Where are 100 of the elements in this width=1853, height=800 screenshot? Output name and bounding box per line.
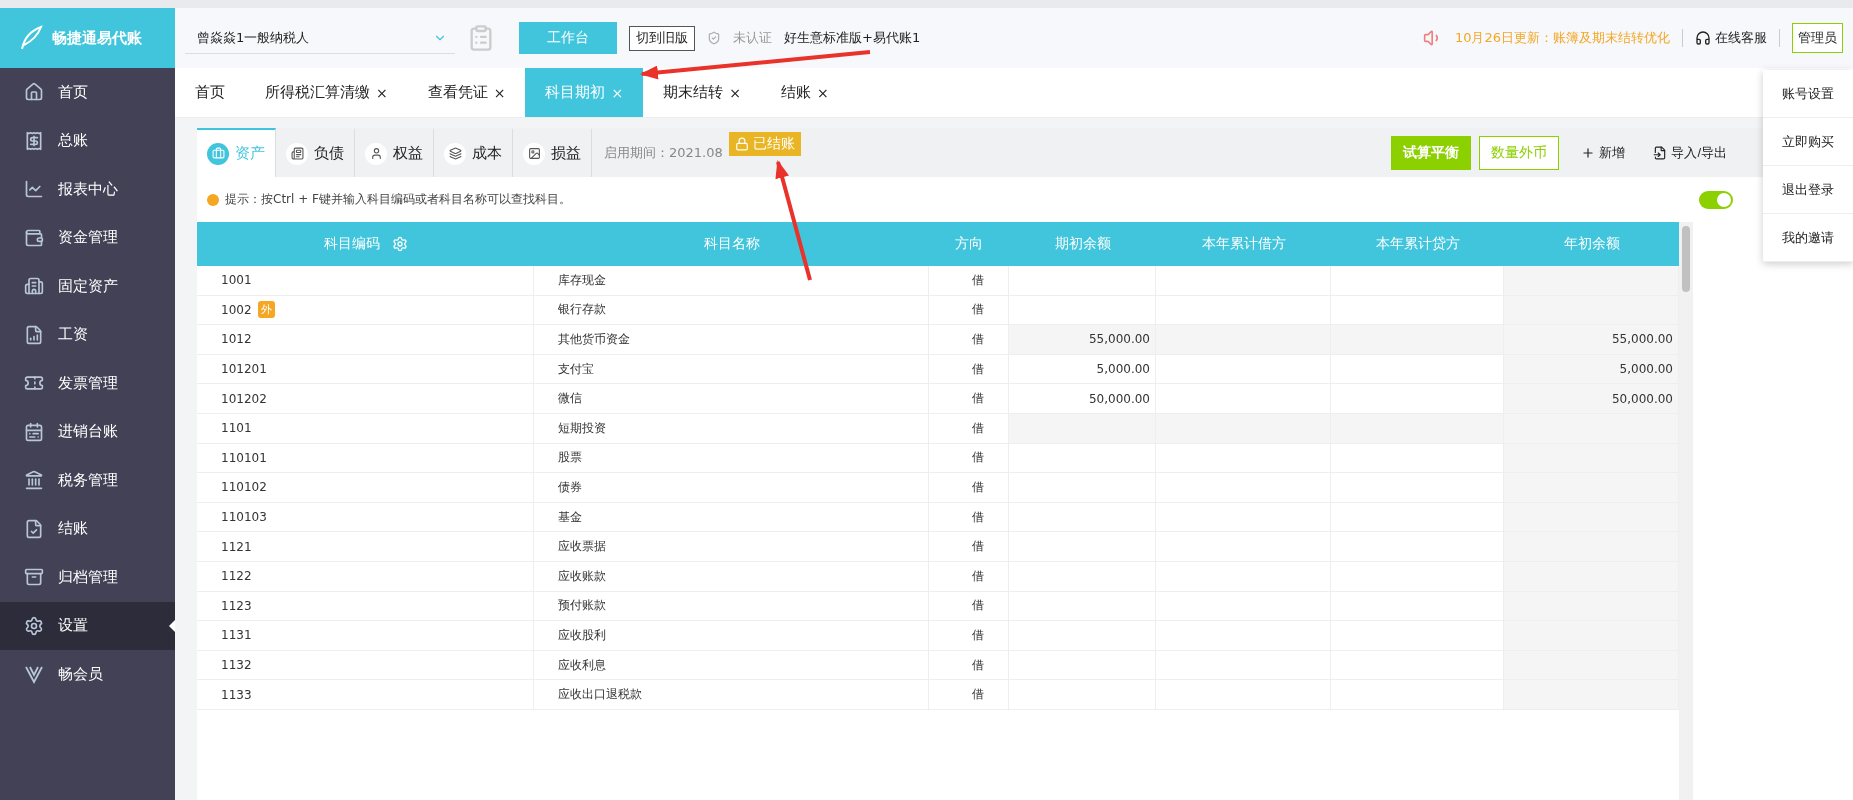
wallet-icon [24,227,44,248]
menu-item[interactable]: 账号设置 [1763,70,1853,118]
sidebar-item[interactable]: 发票管理 [0,359,175,408]
calendar-icon [24,421,44,442]
sidebar-item[interactable]: 归档管理 [0,553,175,602]
table-cell: 借 [929,532,1009,562]
sidebar-label: 总账 [58,131,88,151]
info-icon [207,193,219,206]
foreign-currency-tag: 外 [257,301,275,319]
sidebar-item[interactable]: 总账 [0,116,175,165]
account-code: 1132 [221,658,252,672]
tab-label: 成本 [472,144,502,163]
sidebar-label: 畅会员 [58,664,103,684]
file-import-icon [1653,145,1668,160]
headset-icon [1695,30,1711,46]
receipt-icon [24,130,44,151]
home-icon [24,82,44,103]
table-cell: 5,000.00 [1504,354,1679,385]
table-cell: 微信 [534,384,929,414]
account-code: 1001 [221,273,252,288]
sidebar-label: 固定资产 [58,276,118,296]
menu-item[interactable]: 立即购买 [1763,118,1853,166]
sidebar-item[interactable]: 报表中心 [0,165,175,214]
add-button[interactable]: 新增 [1575,142,1632,163]
table-cell: 借 [929,561,1009,592]
close-icon[interactable]: × [729,84,741,101]
sidebar-label: 归档管理 [58,567,118,587]
table-cell: 应收出口退税款 [534,680,929,710]
table-cell: 50,000.00 [1009,384,1156,414]
menu-item[interactable]: 我的邀请 [1763,214,1853,262]
table-cell: 应收票据 [534,532,929,562]
table-cell: 借 [929,591,1009,622]
edition-name: 好生意标准版+易代账1 [784,29,921,47]
close-icon[interactable]: × [816,84,829,101]
tip-text: 提示：按Ctrl + F键并输入科目编码或者科目名称可以查找科目。 [225,191,571,208]
start-period: 启用期间：2021.08 [604,143,723,162]
table-cell: 借 [929,413,1009,444]
tab-label: 权益 [393,144,423,163]
account-code: 1133 [221,687,252,702]
tab-label: 结账 [780,83,811,102]
sidebar-item[interactable]: 资金管理 [0,213,175,262]
v-logo-icon [24,664,44,685]
table-cell: 借 [929,650,1009,681]
close-icon[interactable]: × [376,84,388,101]
header-label: 科目名称 [703,235,760,253]
sidebar-label: 资金管理 [58,228,118,248]
chart-document-icon [24,324,44,345]
table-cell: 借 [929,502,1009,533]
table-cell: 预付账款 [534,591,929,622]
online-service-link[interactable]: 在线客服 [1695,29,1767,47]
admin-button[interactable]: 管理员 [1792,23,1843,53]
header-label: 年初余额 [1563,235,1620,253]
sidebar-item[interactable]: 进销台账 [0,407,175,456]
old-version-button[interactable]: 切到旧版 [629,25,695,51]
account-code: 110103 [221,510,267,525]
tab-label: 首页 [195,83,225,102]
table-cell: 借 [929,443,1009,474]
line-chart-icon [24,179,44,200]
tab-label: 负债 [314,144,344,163]
sidebar-item[interactable]: 固定资产 [0,262,175,311]
tab-label: 科目期初 [545,83,606,102]
feather-icon [18,25,44,51]
scrollbar[interactable] [1679,222,1693,800]
archive-icon [24,567,44,588]
header-label: 期初余额 [1054,235,1111,253]
table-cell: 借 [929,266,1009,296]
account-code: 1131 [221,628,252,643]
settings-icon[interactable] [391,236,408,252]
sidebar-item[interactable]: 首页 [0,68,175,117]
account-code: 110101 [221,450,267,465]
sidebar-item[interactable]: 畅会员 [0,650,175,699]
table-cell: 借 [929,473,1009,503]
table-cell: 债券 [534,473,929,503]
sidebar-item[interactable]: 工资 [0,310,175,359]
tab-label: 期末结转 [663,83,724,102]
sidebar-item[interactable]: 结账 [0,504,175,553]
sidebar-item[interactable]: 设置 [0,601,175,650]
account-code: 1002 [221,302,252,317]
import-export-button[interactable]: 导入/导出 [1647,142,1733,163]
close-icon[interactable]: × [493,84,506,101]
sidebar-label: 发票管理 [58,373,118,393]
tab-label: 损益 [551,144,581,163]
layers-icon [444,142,466,165]
update-notice: 10月26日更新：账簿及期末结转优化 [1454,29,1670,47]
cert-status: 未认证 [733,29,772,47]
table-cell: 股票 [534,443,929,474]
table-cell: 借 [929,621,1009,651]
company-select[interactable]: 曾焱焱1一般纳税人 [185,22,455,54]
table-cell: 借 [929,325,1009,355]
table-cell: 55,000.00 [1504,325,1679,355]
menu-item[interactable]: 退出登录 [1763,166,1853,214]
table-cell: 借 [929,295,1009,326]
selected-notch-icon [169,619,175,632]
toggle-switch[interactable] [1699,190,1733,209]
header-label: 方向 [955,235,983,253]
sidebar-item[interactable]: 税务管理 [0,456,175,505]
plus-icon [1581,145,1596,160]
table-cell: 应收股利 [534,621,929,651]
check-document-icon [24,518,44,539]
table-cell: 借 [929,384,1009,414]
